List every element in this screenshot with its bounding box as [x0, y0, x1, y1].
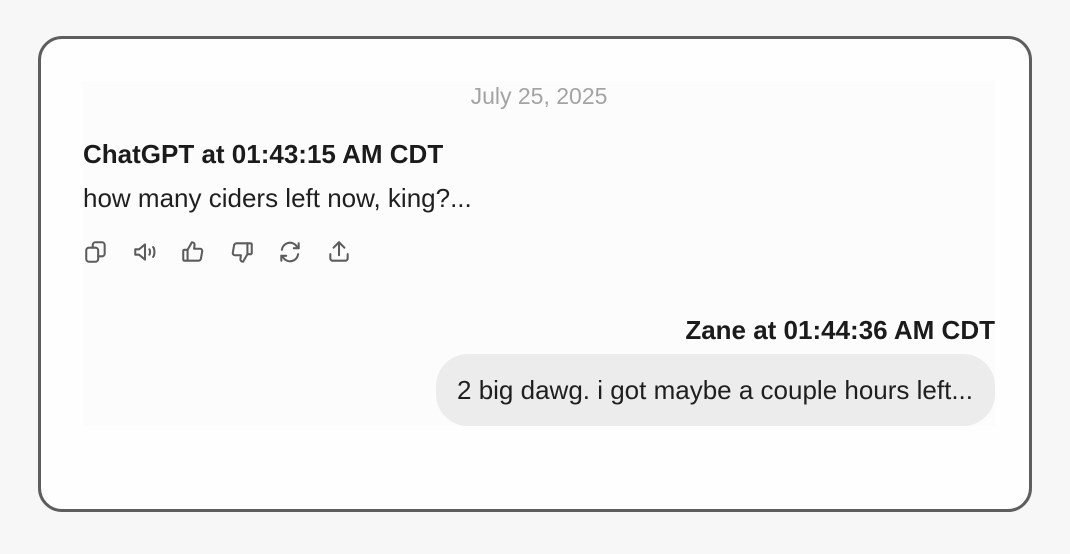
- user-message-header: Zane at 01:44:36 AM CDT: [685, 315, 995, 345]
- chat-transcript: July 25, 2025 ChatGPT at 01:43:15 AM CDT…: [83, 81, 995, 426]
- user-message-bubble: 2 big dawg. i got maybe a couple hours l…: [436, 354, 995, 426]
- read-aloud-button[interactable]: [132, 237, 181, 267]
- share-icon: [328, 241, 349, 262]
- conversation-card: July 25, 2025 ChatGPT at 01:43:15 AM CDT…: [38, 36, 1032, 512]
- share-button[interactable]: [326, 237, 375, 267]
- assistant-message-header: ChatGPT at 01:43:15 AM CDT: [83, 139, 444, 169]
- regenerate-button[interactable]: [277, 237, 326, 267]
- speaker-icon: [133, 243, 155, 261]
- conversation-date: July 25, 2025: [470, 83, 608, 109]
- thumbs-up-icon: [182, 241, 204, 262]
- copy-icon: [85, 241, 106, 263]
- thumbs-down-icon: [231, 242, 253, 263]
- message-actions-toolbar: [83, 237, 374, 267]
- refresh-icon: [280, 241, 300, 263]
- good-response-button[interactable]: [180, 237, 229, 267]
- copy-button[interactable]: [83, 237, 132, 267]
- assistant-message-text: how many ciders left now, king?...: [83, 183, 472, 213]
- bad-response-button[interactable]: [229, 237, 278, 267]
